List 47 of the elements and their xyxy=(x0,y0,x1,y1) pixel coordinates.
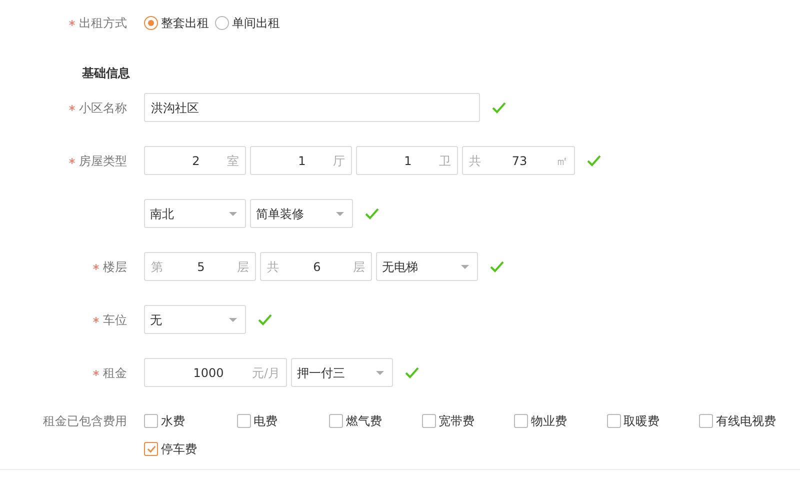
number-input[interactable]: 共 6 层 xyxy=(260,252,372,281)
checkbox-option[interactable]: 水费 xyxy=(144,411,236,431)
caret-icon xyxy=(336,212,344,216)
number-input[interactable]: 第 5 层 xyxy=(144,252,256,281)
field-label: 车位 xyxy=(103,312,127,328)
checkbox[interactable] xyxy=(699,414,713,428)
number-input[interactable]: 1 卫 xyxy=(356,146,458,175)
radio-option[interactable]: 单间出租 xyxy=(215,14,280,32)
radio-option[interactable]: 整套出租 xyxy=(144,14,209,32)
checkbox-option[interactable]: 停车费 xyxy=(144,439,236,459)
number-input[interactable]: 1 厅 xyxy=(250,146,352,175)
checkbox[interactable] xyxy=(144,414,158,428)
text-input[interactable]: 洪沟社区 xyxy=(144,93,480,122)
checkbox[interactable] xyxy=(514,414,528,428)
caret-icon xyxy=(461,264,469,268)
number-input[interactable]: 1000 元/月 xyxy=(144,358,287,387)
checkbox-option[interactable]: 物业费 xyxy=(514,411,606,431)
section-title: 基础信息 xyxy=(81,65,131,82)
select-dropdown[interactable]: 无 xyxy=(144,305,246,334)
caret-icon xyxy=(229,212,237,216)
radio-button[interactable] xyxy=(215,16,229,30)
checkbox-option[interactable]: 宽带费 xyxy=(422,411,514,431)
checkbox[interactable] xyxy=(422,414,436,428)
select-dropdown[interactable]: 无电梯 xyxy=(376,252,478,281)
number-input[interactable]: 2 室 xyxy=(144,146,246,175)
checkbox-option[interactable]: 电费 xyxy=(236,411,329,431)
checkbox-option[interactable]: 有线电视费 xyxy=(699,411,792,431)
field-label: 小区名称 xyxy=(79,100,127,116)
checkbox[interactable] xyxy=(329,414,343,428)
checkbox[interactable] xyxy=(144,442,158,456)
select-dropdown[interactable]: 押一付三 xyxy=(291,358,393,387)
checkbox-option[interactable]: 燃气费 xyxy=(329,411,422,431)
check-icon xyxy=(146,445,156,453)
checkbox-option[interactable]: 取暖费 xyxy=(606,411,699,431)
select-dropdown[interactable]: 简单装修 xyxy=(250,199,353,228)
field-label: 出租方式 xyxy=(79,15,127,32)
select-dropdown[interactable]: 南北 xyxy=(144,199,246,228)
checkbox[interactable] xyxy=(236,414,250,428)
field-label: 房屋类型 xyxy=(79,152,127,170)
radio-button[interactable] xyxy=(144,16,158,30)
field-label: 租金已包含费用 xyxy=(43,413,127,430)
field-label: 楼层 xyxy=(103,258,127,276)
field-label: 租金 xyxy=(103,364,127,382)
caret-icon xyxy=(229,318,237,322)
checkbox[interactable] xyxy=(606,414,620,428)
caret-icon xyxy=(376,370,384,374)
number-input[interactable]: 共 73 ㎡ xyxy=(462,146,575,175)
